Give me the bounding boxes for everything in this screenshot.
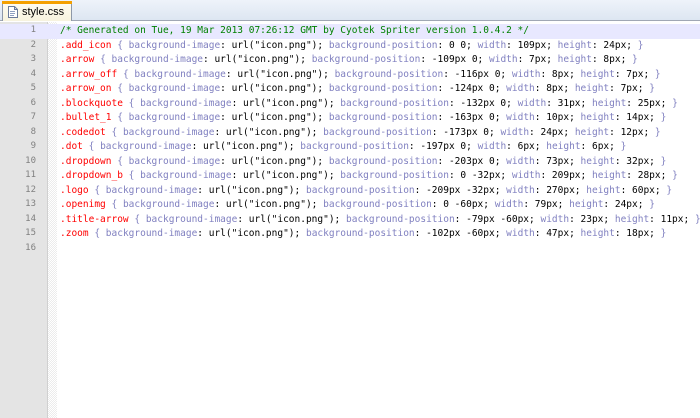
- line-number: 10: [25, 155, 36, 166]
- line-number: 16: [25, 242, 36, 253]
- code-line[interactable]: 6 .blockquote { background-image: url("ic…: [0, 97, 700, 112]
- line-code: .dropdown { background-image: url("icon.…: [60, 155, 666, 170]
- line-code: .codedot { background-image: url("icon.p…: [60, 126, 661, 141]
- css-selector: .openimg: [60, 199, 106, 210]
- code-line[interactable]: 1 /* Generated on Tue, 19 Mar 2013 07:26:…: [0, 24, 700, 39]
- code-line[interactable]: 16: [0, 242, 700, 257]
- css-declarations: { background-image: url("icon.png"); bac…: [111, 199, 655, 210]
- css-declarations: { background-image: url("icon.png"); bac…: [88, 141, 627, 152]
- css-selector: .dot: [60, 141, 83, 152]
- css-declarations: { background-image: url("icon.png"); bac…: [94, 228, 667, 239]
- css-selector: .dropdown: [60, 155, 112, 167]
- code-line[interactable]: 15 .zoom { background-image: url("icon.pn…: [0, 227, 700, 242]
- line-number: 7: [30, 112, 36, 122]
- code-editor[interactable]: 1 /* Generated on Tue, 19 Mar 2013 07:26:…: [0, 22, 700, 418]
- tab-active-indicator: [2, 1, 72, 4]
- css-declarations: { background-image: url("icon.png"); bac…: [94, 184, 673, 196]
- line-number: 3: [30, 54, 36, 64]
- line-number: 6: [30, 97, 36, 108]
- line-code: .add_icon { background-image: url("icon.…: [60, 39, 643, 54]
- css-declarations: { background-image: url("icon.png"); bac…: [128, 97, 678, 109]
- code-line[interactable]: 12 .logo { background-image: url("icon.pn…: [0, 184, 700, 199]
- css-selector: .arrow_off: [60, 68, 118, 80]
- line-number: 2: [30, 39, 36, 50]
- css-selector: .blockquote: [60, 97, 123, 109]
- css-declarations: { background-image: url("icon.png"); bac…: [134, 213, 700, 225]
- line-number: 5: [30, 83, 36, 93]
- line-code: .title-arrow { background-image: url("ic…: [60, 213, 700, 228]
- code-line[interactable]: 4 .arrow_off { background-image: url("ico…: [0, 68, 700, 83]
- code-line[interactable]: 7 .bullet_1 { background-image: url("icon…: [0, 111, 700, 126]
- line-number: 12: [25, 184, 36, 195]
- code-line[interactable]: 2 .add_icon { background-image: url("icon…: [0, 39, 700, 54]
- line-number: 14: [25, 213, 36, 224]
- line-number: 13: [25, 199, 36, 209]
- code-line[interactable]: 14 .title-arrow { background-image: url("…: [0, 213, 700, 228]
- css-declarations: { background-image: url("icon.png"); bac…: [117, 83, 655, 94]
- css-selector: .zoom: [60, 228, 89, 239]
- code-line[interactable]: 11 .dropdown_b { background-image: url("i…: [0, 169, 700, 184]
- line-code: .bullet_1 { background-image: url("icon.…: [60, 111, 666, 126]
- css-selector: .codedot: [60, 126, 106, 138]
- css-declarations: { background-image: url("icon.png"); bac…: [128, 170, 678, 181]
- css-selector: .logo: [60, 184, 89, 196]
- line-number: 8: [30, 126, 36, 137]
- css-declarations: { background-image: url("icon.png"); bac…: [117, 39, 644, 51]
- line-code: .arrow_on { background-image: url("icon.…: [60, 82, 655, 97]
- css-declarations: { background-image: url("icon.png"); bac…: [122, 68, 661, 80]
- code-line[interactable]: 5 .arrow_on { background-image: url("icon…: [0, 82, 700, 97]
- css-selector: .arrow: [60, 54, 95, 65]
- css-declarations: { background-image: url("icon.png"); bac…: [100, 54, 638, 65]
- line-code: .logo { background-image: url("icon.png"…: [60, 184, 672, 199]
- line-code: .arrow_off { background-image: url("icon…: [60, 68, 661, 83]
- line-code: .openimg { background-image: url("icon.p…: [60, 198, 655, 213]
- tab-bar: style.css: [0, 0, 700, 21]
- css-selector: .title-arrow: [60, 213, 129, 225]
- css-declarations: { background-image: url("icon.png"); bac…: [111, 126, 661, 138]
- code-line[interactable]: 10 .dropdown { background-image: url("ico…: [0, 155, 700, 170]
- line-number: 4: [30, 68, 36, 79]
- line-code: .zoom { background-image: url("icon.png"…: [60, 227, 666, 242]
- code-line[interactable]: 3 .arrow { background-image: url("icon.pn…: [0, 53, 700, 68]
- tab-label: style.css: [22, 5, 65, 18]
- line-number: 9: [30, 141, 36, 151]
- css-selector: .arrow_on: [60, 83, 112, 94]
- css-selector: .dropdown_b: [60, 170, 123, 181]
- css-declarations: { background-image: url("icon.png"); bac…: [117, 112, 667, 123]
- tab-style-css[interactable]: style.css: [2, 1, 72, 21]
- line-code: .blockquote { background-image: url("ico…: [60, 97, 678, 112]
- line-number: 1: [30, 25, 36, 35]
- line-code: .dropdown_b { background-image: url("ico…: [60, 169, 678, 184]
- line-number: 15: [25, 228, 36, 238]
- file-icon: [8, 6, 18, 18]
- css-declarations: { background-image: url("icon.png"); bac…: [117, 155, 667, 167]
- line-number: 11: [25, 170, 36, 180]
- line-code: .arrow { background-image: url("icon.png…: [60, 53, 638, 68]
- code-line[interactable]: 9 .dot { background-image: url("icon.png"…: [0, 140, 700, 155]
- code-line[interactable]: 8 .codedot { background-image: url("icon.…: [0, 126, 700, 141]
- code-comment: /* Generated on Tue, 19 Mar 2013 07:26:1…: [60, 25, 529, 36]
- css-selector: .bullet_1: [60, 112, 112, 123]
- code-line[interactable]: 13 .openimg { background-image: url("icon…: [0, 198, 700, 213]
- css-selector: .add_icon: [60, 39, 112, 51]
- line-code: .dot { background-image: url("icon.png")…: [60, 140, 626, 155]
- line-code: /* Generated on Tue, 19 Mar 2013 07:26:1…: [60, 24, 529, 39]
- code-lines: 1 /* Generated on Tue, 19 Mar 2013 07:26:…: [0, 24, 700, 256]
